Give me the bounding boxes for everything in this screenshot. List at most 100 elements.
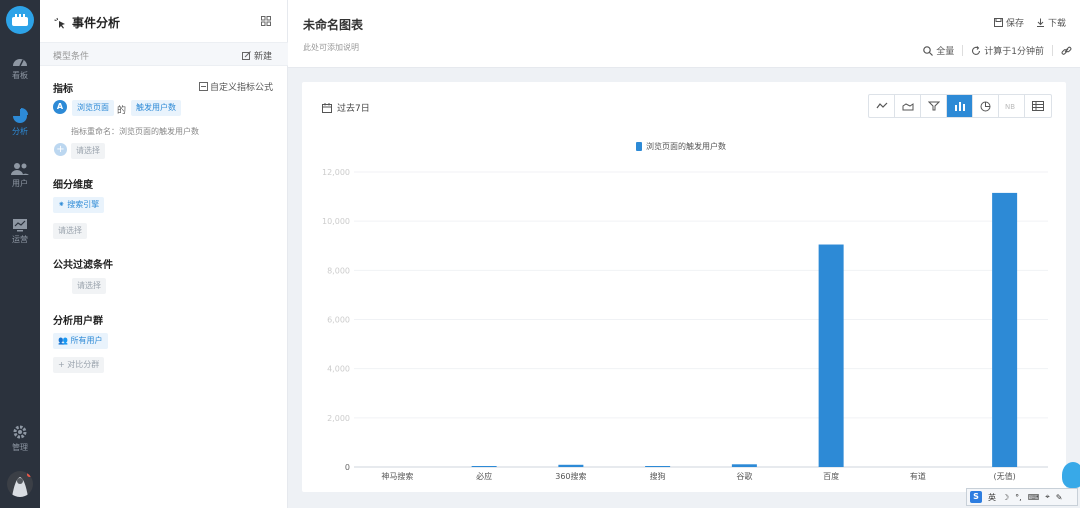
add-metric-icon[interactable]: + xyxy=(54,143,67,156)
download-label: 下载 xyxy=(1047,19,1066,29)
avatar[interactable] xyxy=(7,471,33,497)
breakdown-add-select[interactable]: 请选择 xyxy=(53,223,87,239)
formula-icon xyxy=(198,82,208,91)
wrench-icon[interactable]: ✎ xyxy=(1056,493,1063,502)
calc-time-label: 计算于1分钟前 xyxy=(984,47,1044,57)
y-tick-label: 10,000 xyxy=(322,217,350,226)
event-select[interactable]: 浏览页面 xyxy=(72,100,114,116)
all-users-chip[interactable]: 👥 所有用户 xyxy=(53,333,108,349)
keyboard-icon[interactable]: ⌨ xyxy=(1028,493,1040,502)
custom-formula-label: 自定义指标公式 xyxy=(209,83,273,93)
search-icon xyxy=(923,45,934,56)
x-tick-label: 有道 xyxy=(910,471,926,481)
chart-header: 未命名图表 此处可添加说明 保存 下载 全量 计算于1分钟前 xyxy=(288,0,1080,68)
click-icon: ⁕ xyxy=(58,200,65,209)
edit-icon xyxy=(241,51,251,60)
save-icon xyxy=(993,18,1003,27)
x-tick-label: 搜狗 xyxy=(650,471,666,481)
bar[interactable] xyxy=(731,464,757,467)
nav-label: 分析 xyxy=(12,127,28,136)
main-area: 未命名图表 此处可添加说明 保存 下载 全量 计算于1分钟前 过去7日 NB 浏… xyxy=(288,0,1080,508)
header-tools: 全量 计算于1分钟前 xyxy=(923,44,1072,57)
new-button[interactable]: 新建 xyxy=(241,49,272,62)
save-button[interactable]: 保存 xyxy=(993,16,1024,29)
segment-section-title: 分析用户群 xyxy=(53,316,103,327)
x-tick-label: (无值) xyxy=(994,471,1016,481)
y-tick-label: 0 xyxy=(345,463,350,472)
nav-item-analysis[interactable]: 分析 xyxy=(0,108,40,137)
download-icon xyxy=(1036,18,1044,27)
metric-add-select[interactable]: 请选择 xyxy=(71,143,105,159)
users-icon xyxy=(11,163,29,175)
pie-chart-icon xyxy=(13,108,28,123)
x-tick-label: 必应 xyxy=(476,471,492,481)
metric-rename-text[interactable]: 指标重命名：浏览页面的触发用户数 xyxy=(71,126,199,137)
refresh-button[interactable]: 计算于1分钟前 xyxy=(971,44,1044,57)
breakdown-chip-label: 搜索引擎 xyxy=(67,200,100,209)
bar[interactable] xyxy=(645,466,671,467)
pin-icon[interactable]: ⌖ xyxy=(1045,492,1050,502)
nav-item-dashboard[interactable]: 看板 xyxy=(0,54,40,81)
ime-logo-icon: S xyxy=(970,491,982,503)
ime-language[interactable]: 英 xyxy=(988,492,996,503)
metric-badge: A xyxy=(53,100,67,114)
download-button[interactable]: 下载 xyxy=(1036,16,1066,29)
bar-chart: 0 2,000 4,000 6,000 8,000 10,000 12,000 神马搜索 必应 3… xyxy=(322,168,1048,481)
grid-icon[interactable] xyxy=(261,16,271,26)
chart-card: 过去7日 NB 浏览页面的触发用户数 0 2,000 4,000 6,000 8,000… xyxy=(302,82,1066,492)
chart-description[interactable]: 此处可添加说明 xyxy=(303,42,359,53)
app-logo[interactable] xyxy=(6,6,34,34)
x-tick-label: 360搜索 xyxy=(555,471,586,481)
metric-section-title: 指标 xyxy=(53,84,73,95)
model-condition-label: 模型条件 xyxy=(53,52,90,62)
breakdown-chip[interactable]: ⁕ 搜索引擎 xyxy=(53,197,105,213)
link-icon[interactable] xyxy=(1061,46,1072,56)
moon-icon[interactable]: ☽ xyxy=(1002,493,1009,502)
punctuation-icon[interactable]: °, xyxy=(1015,493,1022,502)
nav-item-users[interactable]: 用户 xyxy=(0,162,40,189)
panel-title-text: 事件分析 xyxy=(72,16,121,30)
divider xyxy=(1052,45,1053,56)
bar[interactable] xyxy=(558,464,584,467)
y-tick-label: 6,000 xyxy=(327,316,350,325)
header-actions: 保存 下载 xyxy=(993,16,1066,29)
filter-add-select[interactable]: 请选择 xyxy=(72,278,106,294)
y-tick-label: 8,000 xyxy=(327,266,350,275)
measure-select[interactable]: 触发用户数 xyxy=(131,100,181,116)
notification-dot xyxy=(27,472,32,477)
save-label: 保存 xyxy=(1005,19,1024,29)
compare-segment-button[interactable]: + 对比分群 xyxy=(53,357,105,373)
x-tick-label: 百度 xyxy=(823,471,839,481)
user-icon: 👥 xyxy=(58,336,68,345)
gear-icon xyxy=(13,425,27,439)
chart-name[interactable]: 未命名图表 xyxy=(303,16,363,33)
ime-toolbar[interactable]: S 英 ☽ °, ⌨ ⌖ ✎ xyxy=(966,488,1078,506)
nav-label: 看板 xyxy=(12,71,28,80)
nav-item-settings[interactable]: 管理 xyxy=(0,424,40,453)
left-nav: 看板 分析 用户 运营 管理 xyxy=(0,0,40,508)
model-condition-bar: 模型条件 新建 xyxy=(40,42,288,66)
click-icon xyxy=(54,17,65,28)
analysis-config-panel: 事件分析 模型条件 新建 指标 自定义指标公式 A 浏览页面 的 触发用户数 指… xyxy=(40,0,288,508)
nav-label: 用户 xyxy=(12,179,28,188)
x-tick-label: 谷歌 xyxy=(736,471,752,481)
y-tick-label: 2,000 xyxy=(327,414,350,423)
y-tick-label: 12,000 xyxy=(322,168,350,177)
bar[interactable] xyxy=(992,192,1018,467)
breakdown-section-title: 细分维度 xyxy=(53,180,93,191)
assistant-mascot[interactable] xyxy=(1062,462,1080,488)
fullscreen-label: 全量 xyxy=(936,47,955,57)
fullscreen-button[interactable]: 全量 xyxy=(923,44,954,57)
nav-label: 运营 xyxy=(12,235,28,244)
nav-item-operations[interactable]: 运营 xyxy=(0,218,40,245)
filter-section-title: 公共过滤条件 xyxy=(53,260,113,271)
monitor-icon xyxy=(13,219,27,232)
of-text: 的 xyxy=(117,106,127,116)
all-users-label: 所有用户 xyxy=(70,336,103,345)
bar[interactable] xyxy=(818,244,844,467)
divider xyxy=(962,45,964,56)
panel-title: 事件分析 xyxy=(54,14,120,31)
bar[interactable] xyxy=(471,466,497,467)
custom-formula-link[interactable]: 自定义指标公式 xyxy=(198,80,273,93)
compare-segment-label: 对比分群 xyxy=(67,360,100,369)
